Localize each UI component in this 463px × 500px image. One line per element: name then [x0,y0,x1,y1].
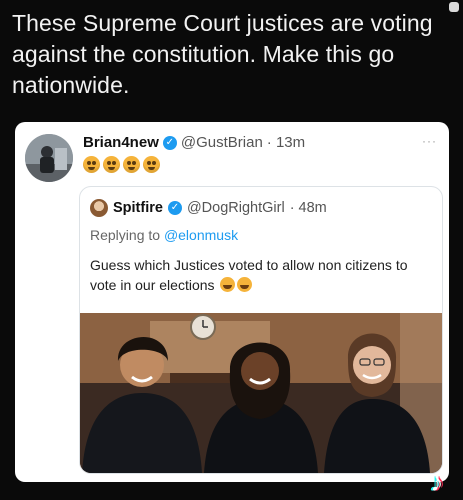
justices-photo [80,313,442,473]
angry-face-icon [103,156,120,173]
angry-face-icon [143,156,160,173]
post-image[interactable] [80,313,442,473]
verified-badge-icon: ✓ [162,135,177,150]
replying-prefix: Replying to [90,227,164,243]
display-name[interactable]: Brian4new [83,134,159,151]
mention-link[interactable]: @elonmusk [164,227,238,243]
laughing-face-icon [237,277,253,292]
status-indicator [449,2,459,12]
quoted-post-header: Spitfire ✓ @DogRightGirl · 48m [90,199,327,217]
quoted-user-handle[interactable]: @DogRightGirl [187,200,285,216]
avatar[interactable] [25,134,73,182]
verified-badge-icon: ✓ [167,201,182,215]
angry-face-icon [83,156,100,173]
user-handle[interactable]: @GustBrian [181,134,263,151]
quoted-post-text-block: Guess which Justices voted to allow non … [90,255,430,295]
laughing-face-icon [220,277,236,292]
post-text [83,156,160,173]
angry-face-icon [123,156,140,173]
post-time: · 13m [266,134,306,151]
quoted-display-name[interactable]: Spitfire [113,200,163,216]
replying-to-line: Replying to @elonmusk [90,227,238,243]
tiktok-logo-icon: ♪ [430,467,444,497]
quoted-post[interactable]: Spitfire ✓ @DogRightGirl · 48m Replying … [79,186,443,474]
screenshot-card: Brian4new ✓ @GustBrian · 13m ··· Spitfir… [15,122,449,482]
caption-text: These Supreme Court justices are voting … [12,10,433,98]
quoted-avatar[interactable] [90,199,108,217]
quoted-post-time: · 48m [289,200,327,216]
post-header: Brian4new ✓ @GustBrian · 13m [83,134,305,151]
more-options-icon[interactable]: ··· [422,134,437,148]
